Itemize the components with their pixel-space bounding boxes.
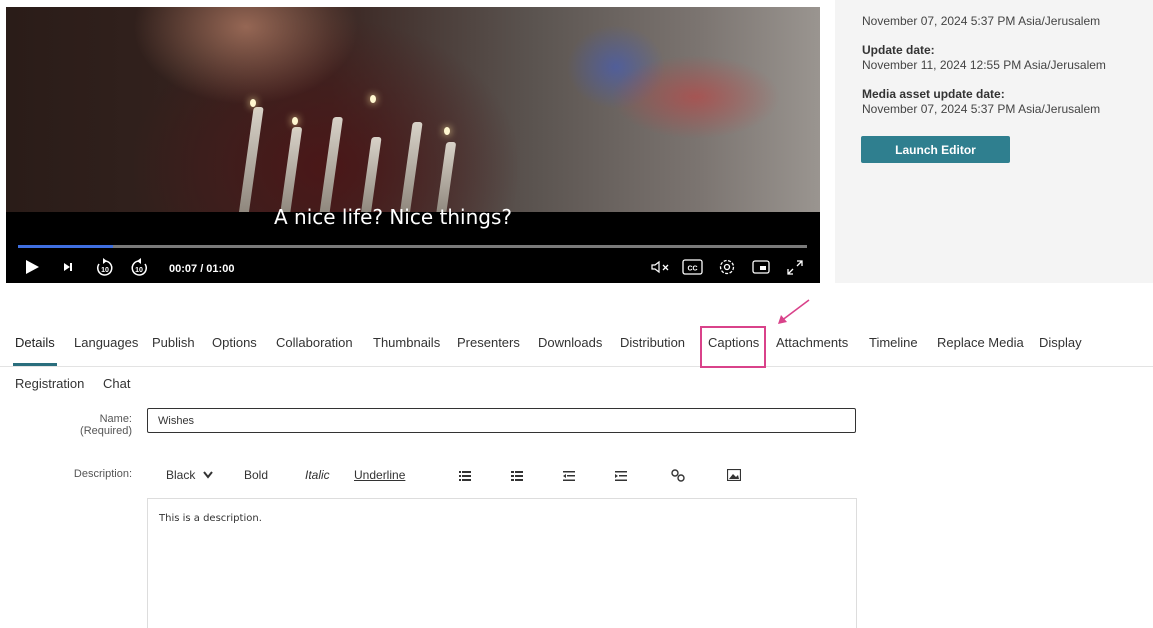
text-color-select[interactable]: Black <box>166 468 213 482</box>
numbered-list-button[interactable] <box>511 470 523 484</box>
rewind-10-button[interactable]: 10 <box>94 258 116 278</box>
outdent-button[interactable] <box>563 470 575 484</box>
media-update-date-label: Media asset update date: <box>862 87 1005 101</box>
gear-icon <box>719 259 735 275</box>
play-button[interactable] <box>24 258 40 276</box>
tab-options[interactable]: Options <box>212 335 257 350</box>
rewind-10-icon: 10 <box>97 258 113 276</box>
underline-button[interactable]: Underline <box>354 468 405 482</box>
creation-date-value: November 07, 2024 5:37 PM Asia/Jerusalem <box>862 14 1101 28</box>
pointer-arrow-icon <box>778 299 810 324</box>
progress-bar[interactable] <box>18 245 807 248</box>
tab-collaboration[interactable]: Collaboration <box>276 335 353 350</box>
description-label: Description: <box>73 468 132 480</box>
picture-in-picture-button[interactable] <box>752 258 772 276</box>
fullscreen-icon <box>787 260 803 275</box>
tab-languages[interactable]: Languages <box>74 335 138 350</box>
video-subtitle: A nice life? Nice things? <box>273 205 513 229</box>
outdent-icon <box>563 471 575 481</box>
next-button[interactable] <box>61 258 75 276</box>
tab-thumbnails[interactable]: Thumbnails <box>373 335 440 350</box>
media-update-date-value: November 07, 2024 5:37 PM Asia/Jerusalem <box>862 102 1101 116</box>
svg-text:10: 10 <box>101 267 109 274</box>
tab-publish[interactable]: Publish <box>152 335 195 350</box>
media-info-panel: November 07, 2024 5:37 PM Asia/Jerusalem… <box>835 0 1153 283</box>
bullet-list-button[interactable] <box>459 470 471 484</box>
tab-chat[interactable]: Chat <box>103 376 130 391</box>
indent-icon <box>615 471 627 481</box>
chevron-down-icon <box>202 471 213 479</box>
tab-bar: Details Languages Publish Options Collab… <box>0 326 1153 367</box>
active-tab-indicator <box>13 363 57 366</box>
timecode: 00:07 / 01:00 <box>169 263 235 275</box>
link-button[interactable] <box>671 468 685 485</box>
name-input[interactable] <box>147 408 856 433</box>
indent-button[interactable] <box>615 470 627 484</box>
bold-button[interactable]: Bold <box>244 468 268 482</box>
progress-fill <box>18 245 113 248</box>
svg-text:CC: CC <box>687 266 697 273</box>
tab-distribution[interactable]: Distribution <box>620 335 685 350</box>
tab-attachments[interactable]: Attachments <box>776 335 848 350</box>
tab-details[interactable]: Details <box>15 335 55 350</box>
video-frame <box>6 7 820 219</box>
image-icon <box>726 468 742 482</box>
mute-button[interactable] <box>650 258 672 276</box>
play-icon <box>26 260 39 274</box>
tab-downloads[interactable]: Downloads <box>538 335 602 350</box>
captions-tab-highlight <box>700 326 766 368</box>
menorah-candles <box>236 77 476 217</box>
insert-image-button[interactable] <box>726 468 742 484</box>
italic-button[interactable]: Italic <box>305 468 330 482</box>
tab-registration[interactable]: Registration <box>15 376 84 391</box>
link-icon <box>671 469 685 482</box>
name-label: Name: (Required) <box>80 413 132 437</box>
captions-button[interactable]: CC <box>682 258 704 276</box>
next-icon <box>64 263 72 271</box>
settings-button[interactable] <box>718 258 738 276</box>
tab-presenters[interactable]: Presenters <box>457 335 520 350</box>
cc-icon: CC <box>682 259 703 275</box>
forward-10-icon: 10 <box>131 258 147 276</box>
update-date-label: Update date: <box>862 43 935 57</box>
tab-display[interactable]: Display <box>1039 335 1082 350</box>
tab-timeline[interactable]: Timeline <box>869 335 918 350</box>
bullet-list-icon <box>459 471 471 481</box>
forward-10-button[interactable]: 10 <box>128 258 150 278</box>
video-player[interactable]: A nice life? Nice things? 10 10 00:07 / … <box>6 7 820 283</box>
tab-replace-media[interactable]: Replace Media <box>937 335 1024 350</box>
fullscreen-button[interactable] <box>786 258 804 276</box>
pip-icon <box>752 260 770 274</box>
launch-editor-button[interactable]: Launch Editor <box>861 136 1010 163</box>
numbered-list-icon <box>511 471 523 481</box>
muted-speaker-icon <box>651 260 669 274</box>
description-editor[interactable]: This is a description. <box>147 498 857 628</box>
update-date-value: November 11, 2024 12:55 PM Asia/Jerusale… <box>862 58 1106 72</box>
svg-text:10: 10 <box>135 267 143 274</box>
